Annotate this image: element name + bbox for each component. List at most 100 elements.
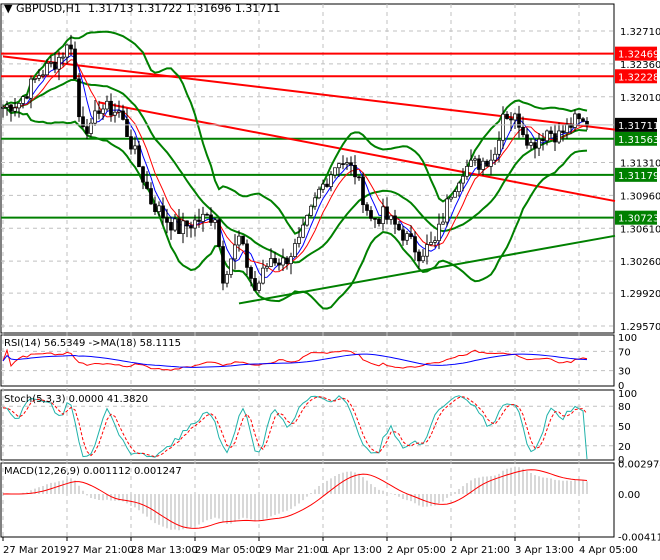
candle-body (181, 220, 185, 235)
candle-body (461, 175, 465, 184)
candle-body (73, 48, 77, 80)
candle-body (373, 218, 377, 220)
candle-body (445, 198, 449, 223)
candle-body (561, 130, 565, 133)
candle-body (209, 214, 213, 223)
candle-body (537, 138, 541, 149)
candle-body (305, 215, 309, 226)
candle-body (29, 78, 33, 99)
candle-body (533, 142, 537, 149)
candle-body (61, 56, 65, 59)
candle-body (93, 110, 97, 124)
candle-body (369, 210, 373, 219)
candle-body (229, 258, 233, 275)
stoch-tick-label: 100 (618, 389, 637, 400)
candle-body (165, 217, 169, 223)
stoch-label: Stoch(5,3,3) 0.0000 41.3820 (4, 394, 149, 405)
candle-body (521, 126, 525, 136)
candle-body (565, 123, 569, 133)
bollinger-middle (2, 78, 588, 264)
ohlc-readout: 1.31713 1.31722 1.31696 1.31711 (87, 2, 281, 15)
candle-body (337, 163, 341, 169)
price-tick-label: 1.30610 (620, 224, 660, 235)
candle-body (429, 241, 433, 245)
candle-body (437, 223, 441, 241)
candle-body (297, 236, 301, 244)
candle-body (321, 183, 325, 190)
candle-body (77, 78, 81, 118)
price-tick-label: 1.32710 (620, 27, 660, 38)
level-price-tag: 1.31563 (618, 135, 659, 146)
candle-body (241, 235, 245, 245)
candle-body (269, 258, 273, 267)
candle-body (309, 205, 313, 216)
price-tick-label: 1.29920 (620, 289, 660, 300)
candle-body (245, 243, 249, 268)
time-label: 1 Apr 13:00 (323, 545, 382, 556)
candle-body (161, 205, 165, 218)
candle-body (53, 62, 57, 70)
candle-body (41, 74, 45, 77)
candle-body (549, 130, 553, 134)
stoch-main-line (2, 395, 588, 460)
price-tick-label: 1.32360 (620, 60, 660, 71)
candle-body (57, 56, 61, 70)
candle-body (313, 197, 317, 207)
symbol-label: GBPUSD,H1 (15, 2, 81, 15)
candle-body (169, 222, 173, 231)
time-label: 3 Apr 13:00 (515, 545, 574, 556)
candle-body (409, 233, 413, 237)
candle-body (237, 235, 241, 246)
candle-body (145, 181, 149, 189)
candle-body (457, 182, 461, 192)
candle-body (173, 218, 177, 231)
candle-body (485, 160, 489, 167)
candle-body (545, 130, 549, 142)
candle-body (441, 221, 445, 225)
candle-body (289, 256, 293, 264)
candle-body (449, 196, 453, 200)
level-price-tag: 1.31179 (618, 171, 659, 182)
candle-body (129, 136, 133, 150)
candle-body (405, 233, 409, 241)
candle-body (281, 257, 285, 266)
candle-body (221, 246, 225, 284)
candle-body (101, 108, 105, 114)
candle-body (341, 163, 345, 165)
candle-body (49, 62, 53, 64)
candle-body (85, 126, 89, 134)
candle-body (5, 104, 9, 108)
candle-body (9, 104, 13, 112)
rsi-tick-label: 30 (618, 367, 631, 378)
candle-body (385, 206, 389, 220)
candle-body (493, 153, 497, 161)
candle-body (197, 219, 201, 222)
candle-body (381, 206, 385, 224)
current-price-tag: 1.31711 (618, 121, 659, 132)
candle-body (325, 183, 329, 187)
candle-body (361, 176, 365, 206)
candle-body (277, 262, 281, 266)
candle-body (393, 215, 397, 225)
candle-body (21, 96, 25, 104)
time-label: 4 Apr 05:00 (579, 545, 638, 556)
candle-body (577, 113, 581, 120)
rsi-label: RSI(14) 56.5349 ->MA(18) 58.1115 (4, 338, 181, 349)
candle-body (261, 267, 265, 284)
candle-body (433, 240, 437, 243)
candle-body (141, 166, 145, 183)
candle-body (573, 113, 577, 128)
candle-body (505, 113, 509, 120)
candle-body (69, 44, 73, 50)
rsi-tick-label: 100 (618, 333, 637, 344)
candle-body (133, 145, 137, 150)
candle-body (137, 145, 141, 168)
level-price-tag: 1.30723 (618, 214, 659, 225)
time-label: 2 Apr 21:00 (451, 545, 510, 556)
candle-body (477, 158, 481, 170)
candle-body (421, 255, 425, 262)
time-label: 29 Mar 21:00 (259, 545, 326, 556)
candle-body (473, 158, 477, 161)
candle-body (97, 110, 101, 114)
chart-title: ▼ GBPUSD,H1 1.31713 1.31722 1.31696 1.31… (4, 2, 281, 15)
